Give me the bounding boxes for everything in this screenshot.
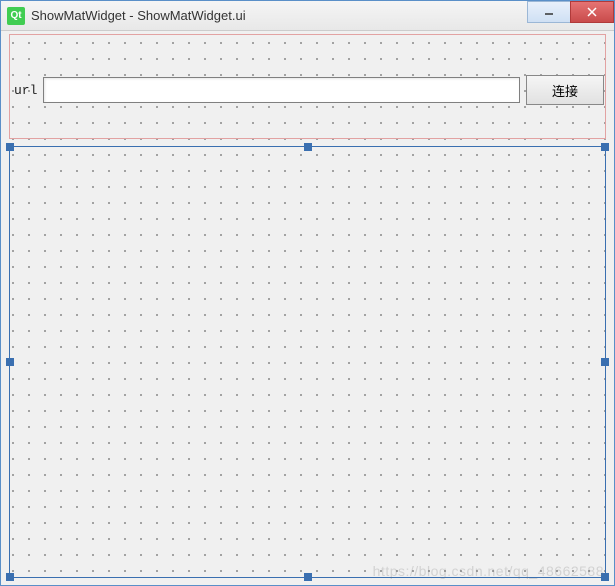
resize-handle-top-left[interactable] bbox=[6, 143, 14, 151]
resize-handle-bottom-left[interactable] bbox=[6, 573, 14, 581]
resize-handle-top-right[interactable] bbox=[601, 143, 609, 151]
close-button[interactable] bbox=[570, 1, 614, 23]
close-icon bbox=[587, 7, 597, 17]
url-label: url bbox=[14, 83, 37, 98]
minimize-button[interactable] bbox=[527, 1, 571, 23]
url-input[interactable] bbox=[43, 77, 520, 103]
resize-handle-bottom-middle[interactable] bbox=[304, 573, 312, 581]
top-panel-widget[interactable]: url 连接 bbox=[9, 34, 606, 139]
form-canvas[interactable]: url 连接 https://blog.csdn.net/qq_48662588 bbox=[1, 31, 614, 585]
resize-handle-bottom-right[interactable] bbox=[601, 573, 609, 581]
qt-logo-icon: Qt bbox=[7, 7, 25, 25]
resize-handle-middle-right[interactable] bbox=[601, 358, 609, 366]
window-title: ShowMatWidget - ShowMatWidget.ui bbox=[31, 8, 246, 23]
connect-button[interactable]: 连接 bbox=[526, 75, 604, 105]
resize-handle-top-middle[interactable] bbox=[304, 143, 312, 151]
title-bar[interactable]: Qt ShowMatWidget - ShowMatWidget.ui bbox=[1, 1, 614, 31]
resize-handle-middle-left[interactable] bbox=[6, 358, 14, 366]
selected-display-widget[interactable] bbox=[9, 146, 606, 578]
window-controls bbox=[528, 1, 614, 23]
minimize-icon bbox=[544, 7, 554, 17]
qt-designer-window: Qt ShowMatWidget - ShowMatWidget.ui url … bbox=[0, 0, 615, 586]
url-row: url 连接 bbox=[14, 75, 604, 105]
